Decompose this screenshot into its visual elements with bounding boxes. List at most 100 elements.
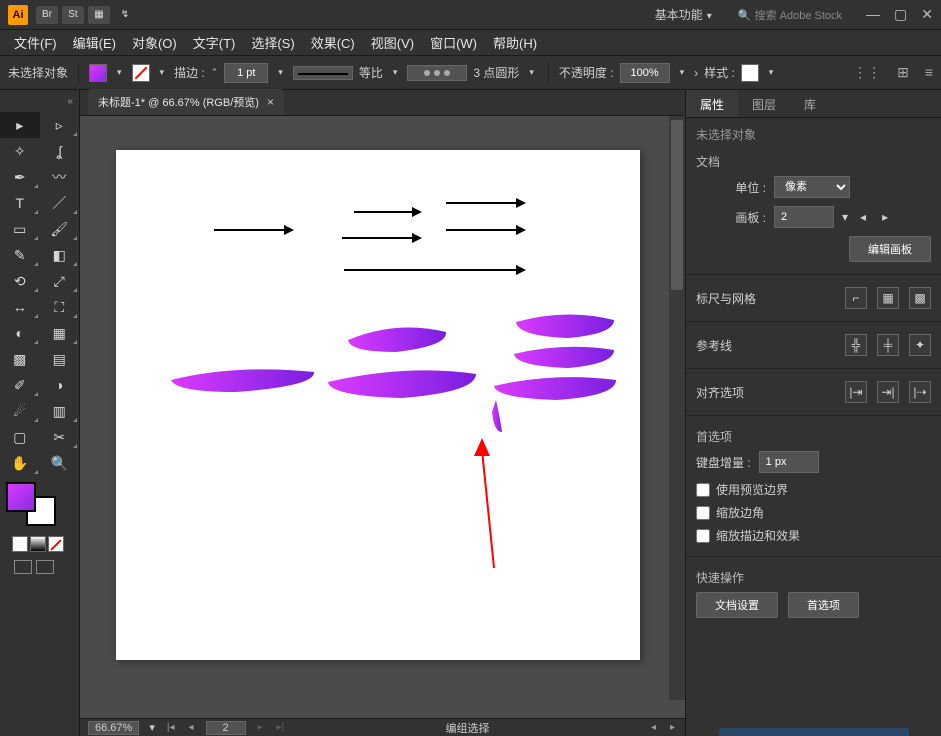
rectangle-tool[interactable]: ▭ bbox=[0, 216, 40, 242]
scale-corners-checkbox[interactable] bbox=[696, 506, 710, 520]
menu-effect[interactable]: 效果(C) bbox=[303, 30, 363, 55]
eraser-tool[interactable]: ◧ bbox=[40, 242, 80, 268]
opacity-input[interactable] bbox=[620, 63, 670, 83]
hscroll-right[interactable]: ▸ bbox=[668, 722, 677, 733]
ruler-icon[interactable]: ⌐ bbox=[845, 287, 867, 309]
close-tab-icon[interactable]: × bbox=[267, 95, 274, 109]
menu-select[interactable]: 选择(S) bbox=[243, 30, 302, 55]
edit-artboards-button[interactable]: 编辑画板 bbox=[849, 236, 931, 262]
slice-tool[interactable]: ✂ bbox=[40, 424, 80, 450]
align-pixel-icon[interactable]: |⇥ bbox=[845, 381, 867, 403]
artboard-number-input[interactable] bbox=[774, 206, 834, 228]
menu-file[interactable]: 文件(F) bbox=[6, 30, 65, 55]
magic-wand-tool[interactable]: ✧ bbox=[0, 138, 40, 164]
hscroll-left[interactable]: ◂ bbox=[649, 722, 658, 733]
graphic-style-swatch[interactable] bbox=[741, 64, 759, 82]
zoom-tool[interactable]: 🔍 bbox=[40, 450, 80, 476]
curvature-tool[interactable]: 〰 bbox=[40, 164, 80, 190]
screen-mode-full[interactable] bbox=[36, 560, 54, 574]
shape-builder-tool[interactable]: ◐ bbox=[0, 320, 40, 346]
chevron-down-icon[interactable]: ▾ bbox=[113, 67, 126, 78]
unit-select[interactable]: 像素 bbox=[774, 176, 850, 198]
hand-tool[interactable]: ✋ bbox=[0, 450, 40, 476]
color-mode-gradient[interactable] bbox=[30, 536, 46, 552]
grid-icon[interactable]: ▦ bbox=[877, 287, 899, 309]
document-settings-button[interactable]: 文档设置 bbox=[696, 592, 778, 618]
chevron-down-icon[interactable]: ▾ bbox=[274, 67, 287, 78]
artboard[interactable] bbox=[116, 150, 640, 660]
menu-edit[interactable]: 编辑(E) bbox=[65, 30, 124, 55]
artboard-tool[interactable]: ▢ bbox=[0, 424, 40, 450]
type-tool[interactable]: T bbox=[0, 190, 40, 216]
align-point-icon[interactable]: ⇥| bbox=[877, 381, 899, 403]
menu-help[interactable]: 帮助(H) bbox=[485, 30, 545, 55]
kbd-increment-input[interactable] bbox=[759, 451, 819, 473]
show-guides-icon[interactable]: ╬ bbox=[845, 334, 867, 356]
maximize-button[interactable]: ▢ bbox=[894, 6, 907, 23]
transparency-grid-icon[interactable]: ▩ bbox=[909, 287, 931, 309]
prefs-icon[interactable]: ≡ bbox=[925, 64, 933, 81]
artboard-index[interactable]: 2 bbox=[206, 721, 246, 735]
align-icon[interactable]: ⋮⋮ bbox=[853, 64, 881, 81]
chevron-down-icon[interactable]: ▾ bbox=[765, 67, 778, 78]
tab-libraries[interactable]: 库 bbox=[790, 90, 830, 117]
last-artboard-button[interactable]: ▸| bbox=[275, 722, 287, 733]
free-transform-tool[interactable]: ⛶ bbox=[40, 294, 80, 320]
next-artboard-button[interactable]: ▸ bbox=[256, 722, 265, 733]
color-mode-none[interactable] bbox=[48, 536, 64, 552]
lasso-tool[interactable]: ʆ bbox=[40, 138, 80, 164]
stock-button[interactable]: St bbox=[62, 6, 84, 24]
menu-view[interactable]: 视图(V) bbox=[363, 30, 422, 55]
transform-icon[interactable]: ⊞ bbox=[897, 64, 909, 81]
perspective-tool[interactable]: ▦ bbox=[40, 320, 80, 346]
pen-tool[interactable]: ✒ bbox=[0, 164, 40, 190]
shaper-tool[interactable]: ✎ bbox=[0, 242, 40, 268]
stroke-swatch[interactable] bbox=[132, 64, 150, 82]
blend-tool[interactable]: ◑ bbox=[40, 372, 80, 398]
fill-color-swatch[interactable] bbox=[6, 482, 36, 512]
vertical-scrollbar[interactable] bbox=[669, 116, 685, 700]
search-stock-input[interactable]: 搜索 Adobe Stock bbox=[732, 5, 848, 25]
chevron-down-icon[interactable]: ▾ bbox=[525, 67, 538, 78]
screen-mode-normal[interactable] bbox=[14, 560, 32, 574]
chevron-down-icon[interactable]: ▾ bbox=[149, 721, 155, 734]
document-tab[interactable]: 未标题-1* @ 66.67% (RGB/预览) × bbox=[88, 89, 284, 115]
workspace-switcher[interactable]: 基本功能▾ bbox=[645, 4, 722, 25]
mesh-tool[interactable]: ▩ bbox=[0, 346, 40, 372]
first-artboard-button[interactable]: |◂ bbox=[165, 722, 177, 733]
minimize-button[interactable]: — bbox=[866, 6, 880, 23]
chevron-down-icon[interactable]: ▾ bbox=[389, 67, 402, 78]
collapse-toolbox-icon[interactable]: « bbox=[67, 96, 73, 107]
chevron-down-icon[interactable]: ▾ bbox=[156, 67, 169, 78]
next-artboard-icon[interactable]: ▸ bbox=[878, 210, 892, 224]
arrange-docs-icon[interactable]: ▦ bbox=[88, 6, 110, 24]
fill-swatch[interactable] bbox=[89, 64, 107, 82]
stroke-profile[interactable] bbox=[293, 66, 353, 80]
selection-tool[interactable]: ▸ bbox=[0, 112, 40, 138]
chevron-right-icon[interactable]: › bbox=[694, 66, 698, 80]
menu-window[interactable]: 窗口(W) bbox=[422, 30, 485, 55]
eyedropper-tool[interactable]: ✐ bbox=[0, 372, 40, 398]
tab-layers[interactable]: 图层 bbox=[738, 90, 790, 117]
scale-strokes-checkbox[interactable] bbox=[696, 529, 710, 543]
smart-guides-icon[interactable]: ✦ bbox=[909, 334, 931, 356]
graph-tool[interactable]: ▥ bbox=[40, 398, 80, 424]
zoom-input[interactable]: 66.67% bbox=[88, 721, 139, 735]
rotate-tool[interactable]: ⟲ bbox=[0, 268, 40, 294]
chevron-down-icon[interactable]: ▾ bbox=[842, 210, 848, 224]
width-tool[interactable]: ↔ bbox=[0, 294, 40, 320]
paintbrush-tool[interactable]: 🖌 bbox=[40, 216, 80, 242]
lock-guides-icon[interactable]: ╪ bbox=[877, 334, 899, 356]
menu-object[interactable]: 对象(O) bbox=[124, 30, 185, 55]
gradient-tool[interactable]: ▤ bbox=[40, 346, 80, 372]
bridge-button[interactable]: Br bbox=[36, 6, 58, 24]
line-tool[interactable]: ／ bbox=[40, 190, 80, 216]
preferences-button[interactable]: 首选项 bbox=[788, 592, 859, 618]
prev-artboard-button[interactable]: ◂ bbox=[186, 722, 195, 733]
scale-tool[interactable]: ⤢ bbox=[40, 268, 80, 294]
symbol-sprayer-tool[interactable]: ☄ bbox=[0, 398, 40, 424]
gpu-icon[interactable]: ↯ bbox=[114, 6, 136, 24]
tab-properties[interactable]: 属性 bbox=[686, 90, 738, 117]
align-key-icon[interactable]: |⇢ bbox=[909, 381, 931, 403]
stroke-weight-input[interactable] bbox=[224, 63, 268, 83]
